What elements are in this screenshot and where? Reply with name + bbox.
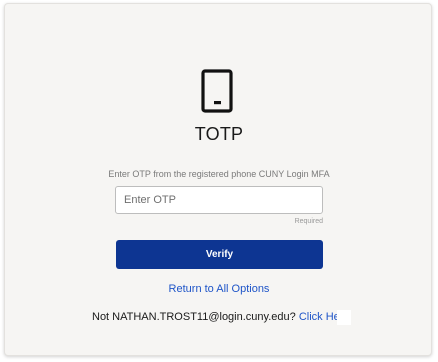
otp-instruction: Enter OTP from the registered phone CUNY…: [108, 169, 330, 179]
login-card: [4, 3, 432, 356]
phone-icon: [201, 69, 233, 113]
return-to-all-options-link[interactable]: Return to All Options: [0, 283, 438, 295]
not-user-line: Not NATHAN.TROST11@login.cuny.edu? Click…: [92, 311, 350, 323]
required-label: Required: [294, 218, 323, 225]
blank-box: [337, 310, 351, 325]
verify-button[interactable]: Verify: [116, 240, 323, 269]
page-title: TOTP: [194, 124, 244, 144]
not-user-text: Not NATHAN.TROST11@login.cuny.edu?: [92, 311, 296, 323]
otp-input[interactable]: [115, 186, 323, 214]
